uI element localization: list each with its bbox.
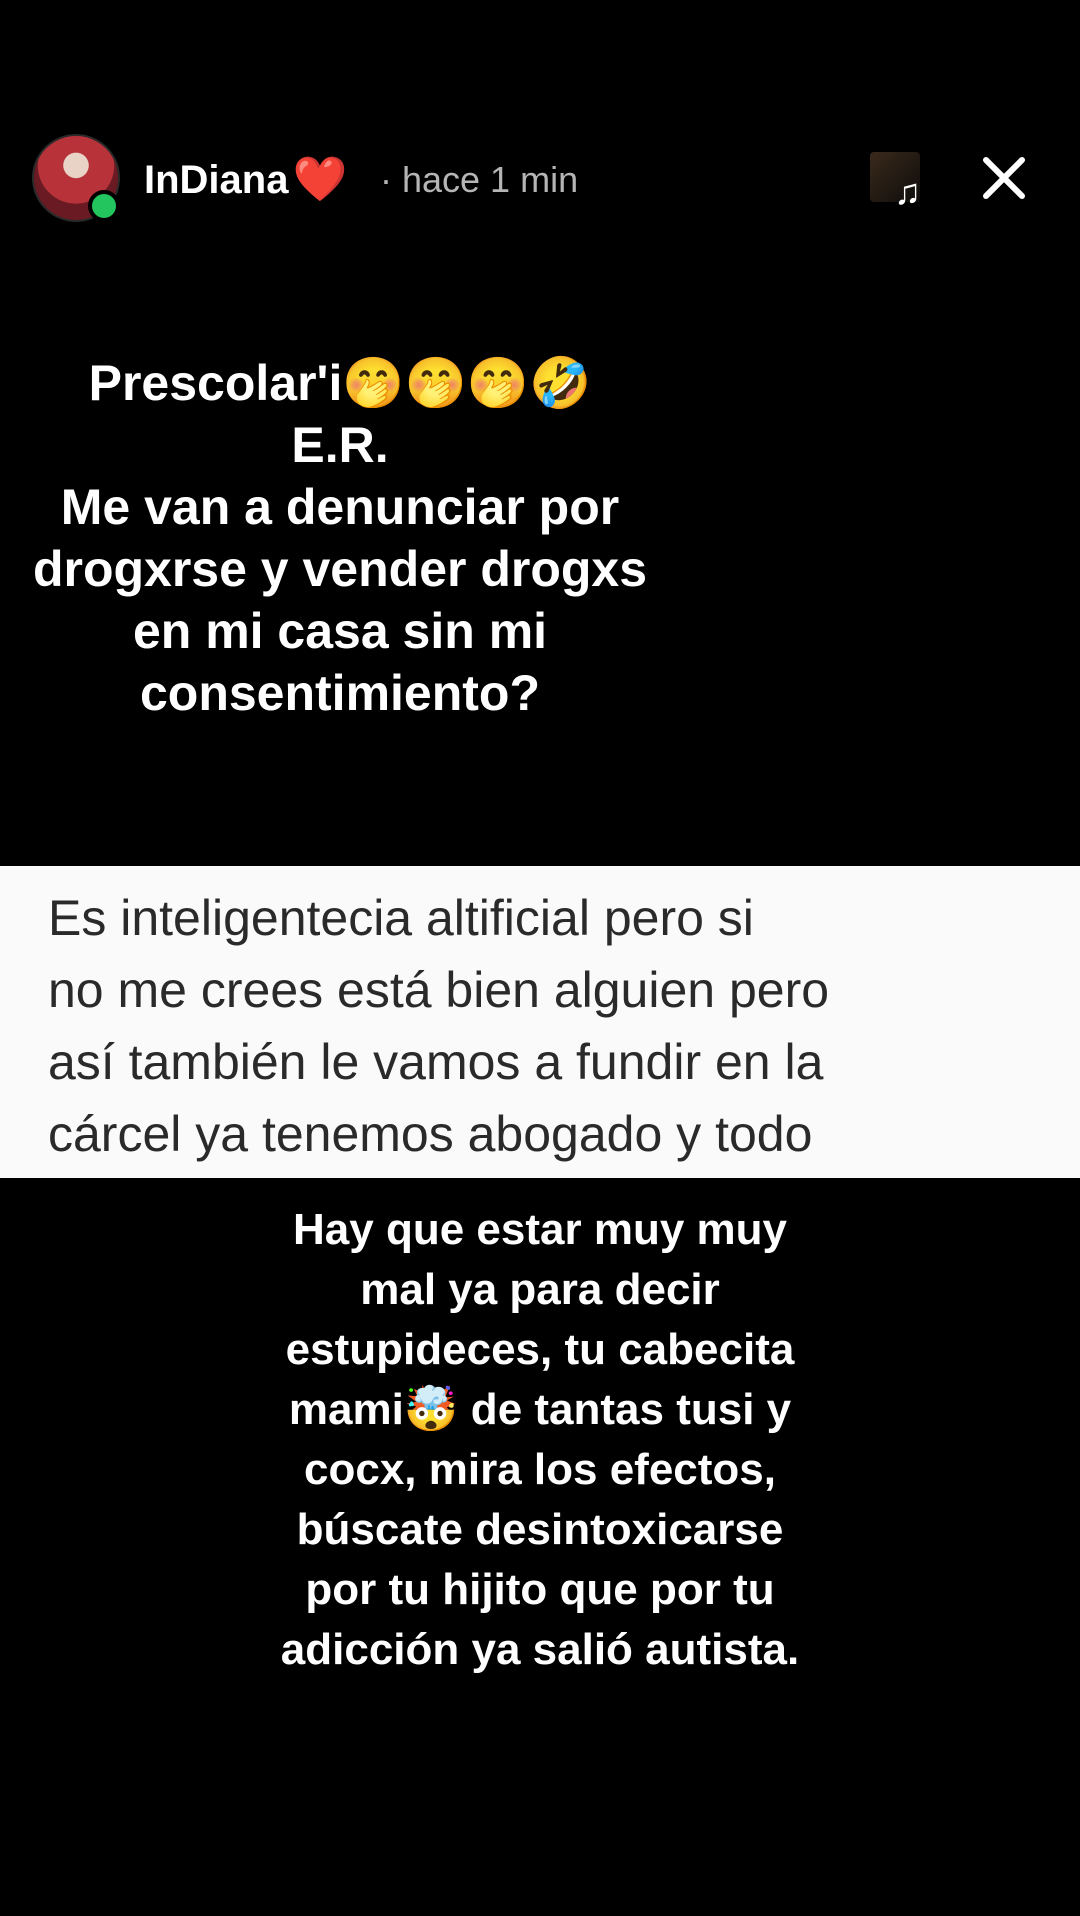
quote-line: cárcel ya tenemos abogado y todo — [48, 1106, 813, 1162]
caption-line: Prescolar'i🤭🤭🤭🤣 — [88, 355, 592, 411]
username-text: InDiana — [144, 158, 289, 202]
caption-line: E.R. — [291, 417, 389, 473]
caption-line: en mi casa sin mi — [132, 603, 548, 659]
music-note-icon[interactable]: ♫ — [894, 172, 921, 212]
caption-line: Me van a denunciar por — [60, 479, 620, 535]
heart-badge-icon: ❤️ — [292, 155, 348, 204]
caption-line: por tu hijito que por tu — [305, 1565, 775, 1614]
close-icon — [983, 157, 1025, 199]
story-caption-top: Prescolar'i🤭🤭🤭🤣 E.R. Me van a denunciar … — [20, 352, 660, 724]
post-timestamp: · hace 1 min — [380, 159, 579, 200]
caption-line: adicción ya salió autista. — [280, 1625, 800, 1674]
quoted-message-text: Es inteligentecia altificial pero si no … — [48, 882, 1058, 1170]
caption-line: consentimiento? — [139, 665, 541, 721]
quote-line: no me crees está bien alguien pero — [48, 962, 830, 1018]
caption-line: mami🤯 de tantas tusi y — [288, 1385, 792, 1434]
quoted-message-screenshot: Es inteligentecia altificial pero si no … — [0, 866, 1080, 1178]
story-caption-bottom: Hay que estar muy muy mal ya para decir … — [190, 1200, 890, 1680]
caption-line: cocx, mira los efectos, — [304, 1445, 776, 1494]
story-header: InDiana❤️ · hace 1 min ♫ — [0, 0, 1080, 240]
quote-line: Es inteligentecia altificial pero si — [48, 890, 754, 946]
caption-line: mal ya para decir — [360, 1265, 720, 1314]
online-status-dot — [88, 190, 120, 222]
caption-line: Hay que estar muy muy — [293, 1205, 787, 1254]
caption-line: búscate desintoxicarse — [296, 1505, 784, 1554]
caption-line: drogxrse y vender drogxs — [32, 541, 648, 597]
username[interactable]: InDiana❤️ — [144, 150, 347, 210]
close-button[interactable] — [976, 150, 1032, 206]
quote-line: así también le vamos a fundir en la — [48, 1034, 824, 1090]
caption-line: estupideces, tu cabecita — [285, 1325, 795, 1374]
